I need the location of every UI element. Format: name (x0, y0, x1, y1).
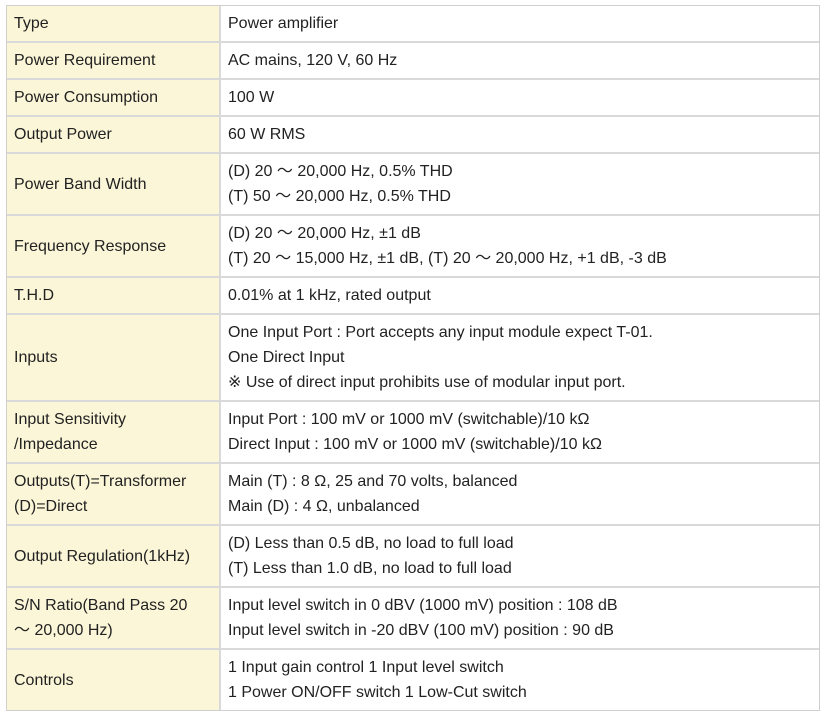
spec-value: Main (D) : 4 Ω, unbalanced (228, 498, 420, 515)
spec-label-cell: Power Consumption (7, 80, 221, 117)
spec-label: Controls (14, 671, 74, 689)
spec-value: Input level switch in 0 dBV (1000 mV) po… (228, 597, 618, 614)
spec-table: Type Power amplifier Power Requirement A… (6, 5, 820, 711)
spec-label: Output Regulation(1kHz) (14, 547, 191, 565)
spec-value-cell: (D) 20 〜 20,000 Hz, ±1 dB (T) 20 〜 15,00… (221, 216, 819, 278)
spec-label-cell: S/N Ratio(Band Pass 20 〜 20,000 Hz) (7, 588, 221, 650)
spec-label: Power Band Width (14, 175, 147, 193)
spec-value: One Input Port : Port accepts any input … (228, 324, 653, 341)
spec-value-cell: Power amplifier (221, 6, 819, 43)
table-row: Inputs One Input Port : Port accepts any… (7, 315, 819, 402)
spec-label: T.H.D (14, 287, 54, 304)
spec-value: ※ Use of direct input prohibits use of m… (228, 374, 626, 391)
spec-value: 60 W RMS (228, 126, 306, 143)
spec-label: 〜 20,000 Hz) (14, 622, 113, 639)
spec-label: Output Power (14, 126, 112, 143)
spec-label-cell: Input Sensitivity /Impedance (7, 402, 221, 464)
table-row: Power Requirement AC mains, 120 V, 60 Hz (7, 43, 819, 80)
spec-value: (D) 20 〜 20,000 Hz, 0.5% THD (228, 163, 453, 180)
spec-label: Inputs (14, 349, 58, 366)
spec-value-cell: 0.01% at 1 kHz, rated output (221, 278, 819, 315)
spec-value: 1 Power ON/OFF switch 1 Low-Cut switch (228, 684, 527, 701)
spec-value-cell: Input level switch in 0 dBV (1000 mV) po… (221, 588, 819, 650)
table-row: Type Power amplifier (7, 6, 819, 43)
spec-value: Power amplifier (228, 15, 339, 32)
spec-table-body: Type Power amplifier Power Requirement A… (7, 6, 819, 710)
table-row: Output Regulation(1kHz) (D) Less than 0.… (7, 526, 819, 588)
table-row: Input Sensitivity /Impedance Input Port … (7, 402, 819, 464)
spec-value: 100 W (228, 89, 275, 106)
table-row: S/N Ratio(Band Pass 20 〜 20,000 Hz) Inpu… (7, 588, 819, 650)
spec-value: (T) 50 〜 20,000 Hz, 0.5% THD (228, 188, 451, 205)
table-row: Output Power 60 W RMS (7, 117, 819, 154)
spec-label: Type (14, 15, 49, 32)
spec-value: Direct Input : 100 mV or 1000 mV (switch… (228, 436, 602, 453)
spec-value: (T) 20 〜 15,000 Hz, ±1 dB, (T) 20 〜 20,0… (228, 250, 667, 267)
spec-value: AC mains, 120 V, 60 Hz (228, 52, 398, 69)
spec-value-cell: (D) Less than 0.5 dB, no load to full lo… (221, 526, 819, 588)
spec-label-cell: Output Regulation(1kHz) (7, 526, 221, 588)
spec-label: /Impedance (14, 436, 98, 453)
spec-value-cell: 100 W (221, 80, 819, 117)
spec-value: Main (T) : 8 Ω, 25 and 70 volts, balance… (228, 473, 518, 490)
spec-value-cell: Input Port : 100 mV or 1000 mV (switchab… (221, 402, 819, 464)
spec-label: Frequency Response (14, 237, 167, 255)
spec-value-cell: (D) 20 〜 20,000 Hz, 0.5% THD (T) 50 〜 20… (221, 154, 819, 216)
spec-label: S/N Ratio(Band Pass 20 (14, 597, 188, 614)
spec-label-cell: Frequency Response (7, 216, 221, 278)
table-row: Controls 1 Input gain control 1 Input le… (7, 650, 819, 710)
spec-value: (T) Less than 1.0 dB, no load to full lo… (228, 560, 512, 577)
table-row: Power Band Width (D) 20 〜 20,000 Hz, 0.5… (7, 154, 819, 216)
spec-value-cell: AC mains, 120 V, 60 Hz (221, 43, 819, 80)
spec-value-cell: One Input Port : Port accepts any input … (221, 315, 819, 402)
spec-label: Input Sensitivity (14, 411, 127, 428)
table-row: T.H.D 0.01% at 1 kHz, rated output (7, 278, 819, 315)
table-row: Frequency Response (D) 20 〜 20,000 Hz, ±… (7, 216, 819, 278)
spec-label-cell: Outputs(T)=Transformer (D)=Direct (7, 464, 221, 526)
spec-label-cell: Controls (7, 650, 221, 710)
spec-label-cell: Inputs (7, 315, 221, 402)
spec-label-cell: Type (7, 6, 221, 43)
spec-value: (D) Less than 0.5 dB, no load to full lo… (228, 535, 514, 552)
spec-label-cell: Power Band Width (7, 154, 221, 216)
spec-label: Power Requirement (14, 52, 156, 69)
spec-value: 0.01% at 1 kHz, rated output (228, 287, 431, 304)
spec-label: (D)=Direct (14, 498, 88, 515)
spec-value-cell: 60 W RMS (221, 117, 819, 154)
spec-label-cell: T.H.D (7, 278, 221, 315)
spec-value: Input level switch in -20 dBV (100 mV) p… (228, 622, 614, 639)
spec-label-cell: Output Power (7, 117, 221, 154)
spec-label: Outputs(T)=Transformer (14, 473, 187, 490)
spec-value-cell: Main (T) : 8 Ω, 25 and 70 volts, balance… (221, 464, 819, 526)
spec-value: (D) 20 〜 20,000 Hz, ±1 dB (228, 225, 421, 242)
spec-label: Power Consumption (14, 89, 159, 106)
table-row: Power Consumption 100 W (7, 80, 819, 117)
spec-label-cell: Power Requirement (7, 43, 221, 80)
spec-value: 1 Input gain control 1 Input level switc… (228, 659, 504, 676)
spec-value: One Direct Input (228, 349, 345, 366)
spec-value: Input Port : 100 mV or 1000 mV (switchab… (228, 411, 590, 428)
table-row: Outputs(T)=Transformer (D)=Direct Main (… (7, 464, 819, 526)
spec-value-cell: 1 Input gain control 1 Input level switc… (221, 650, 819, 710)
